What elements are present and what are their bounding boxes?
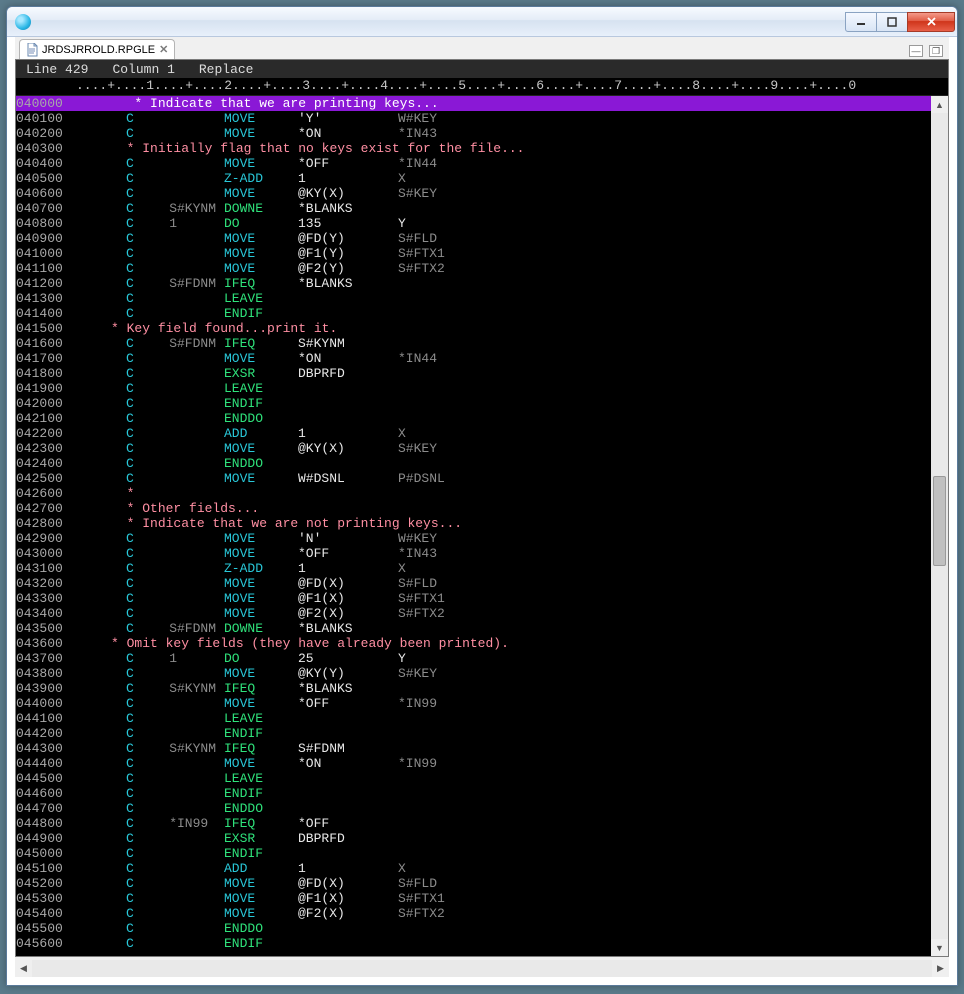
scroll-left-icon[interactable]: ◀ [15,960,32,977]
app-window: JRDSJRROLD.RPGLE ✕ — ❐ Line 429 Column 1… [6,6,958,986]
code-line[interactable]: 043400 C MOVE @F2(X) S#FTX2 [16,606,948,621]
code-line[interactable]: 040600 C MOVE @KY(X) S#KEY [16,186,948,201]
code-line[interactable]: 045500 C ENDDO [16,921,948,936]
code-line[interactable]: 044700 C ENDDO [16,801,948,816]
code-line[interactable]: 041800 C EXSR DBPRFD [16,366,948,381]
scroll-up-icon[interactable]: ▲ [931,96,948,113]
code-line[interactable]: 043700 C 1 DO 25 Y [16,651,948,666]
code-line[interactable]: 044500 C LEAVE [16,771,948,786]
code-line[interactable]: 045600 C ENDIF [16,936,948,951]
code-line[interactable]: 040200 C MOVE *ON *IN43 [16,126,948,141]
tab-file[interactable]: JRDSJRROLD.RPGLE ✕ [19,39,175,59]
code-line[interactable]: 040400 C MOVE *OFF *IN44 [16,156,948,171]
code-line[interactable]: 042500 C MOVE W#DSNL P#DSNL [16,471,948,486]
code-line[interactable]: 042700 * Other fields... [16,501,948,516]
code-line[interactable]: 041900 C LEAVE [16,381,948,396]
tab-label: JRDSJRROLD.RPGLE [42,44,155,56]
code-line[interactable]: 044000 C MOVE *OFF *IN99 [16,696,948,711]
code-line[interactable]: 045100 C ADD 1 X [16,861,948,876]
code-line[interactable]: 044600 C ENDIF [16,786,948,801]
code-line[interactable]: 040300 * Initially flag that no keys exi… [16,141,948,156]
code-line[interactable]: 045300 C MOVE @F1(X) S#FTX1 [16,891,948,906]
code-line[interactable]: 044300 C S#KYNM IFEQ S#FDNM [16,741,948,756]
code-line[interactable]: 041700 C MOVE *ON *IN44 [16,351,948,366]
status-line: Line 429 [26,62,88,77]
code-line[interactable]: 041500 * Key field found...print it. [16,321,948,336]
code-line[interactable]: 040800 C 1 DO 135 Y [16,216,948,231]
tabstrip: JRDSJRROLD.RPGLE ✕ — ❐ [15,37,949,59]
code-line[interactable]: 042800 * Indicate that we are not printi… [16,516,948,531]
code-line[interactable]: 043100 C Z-ADD 1 X [16,561,948,576]
code-line[interactable]: 041300 C LEAVE [16,291,948,306]
tab-close-icon[interactable]: ✕ [159,43,168,56]
window-controls [846,12,955,32]
code-line[interactable]: 045000 C ENDIF [16,846,948,861]
editor-status-bar: Line 429 Column 1 Replace [16,60,948,78]
scroll-right-icon[interactable]: ▶ [932,960,949,977]
app-icon [15,14,31,30]
code-line[interactable]: 040100 C MOVE 'Y' W#KEY [16,111,948,126]
scroll-thumb[interactable] [933,476,946,566]
minimize-button[interactable] [845,12,877,32]
code-line[interactable]: 042200 C ADD 1 X [16,426,948,441]
code-line[interactable]: 041200 C S#FDNM IFEQ *BLANKS [16,276,948,291]
code-line[interactable]: 044200 C ENDIF [16,726,948,741]
code-line[interactable]: 045400 C MOVE @F2(X) S#FTX2 [16,906,948,921]
code-line[interactable]: 042900 C MOVE 'N' W#KEY [16,531,948,546]
code-line[interactable]: 043200 C MOVE @FD(X) S#FLD [16,576,948,591]
editor[interactable]: Line 429 Column 1 Replace ....+....1....… [15,59,949,957]
code-line[interactable]: 042600 * [16,486,948,501]
vertical-scrollbar[interactable]: ▲ ▼ [931,96,948,956]
code-line[interactable]: 041100 C MOVE @F2(Y) S#FTX2 [16,261,948,276]
code-line[interactable]: 044900 C EXSR DBPRFD [16,831,948,846]
maximize-button[interactable] [876,12,908,32]
titlebar[interactable] [7,7,957,37]
code-line[interactable]: 043600 * Omit key fields (they have alre… [16,636,948,651]
code-line[interactable]: 042100 C ENDDO [16,411,948,426]
code-line[interactable]: 041400 C ENDIF [16,306,948,321]
code-line[interactable]: 042400 C ENDDO [16,456,948,471]
code-line[interactable]: 043000 C MOVE *OFF *IN43 [16,546,948,561]
code-line[interactable]: 043800 C MOVE @KY(Y) S#KEY [16,666,948,681]
code-line[interactable]: 044400 C MOVE *ON *IN99 [16,756,948,771]
minimize-pane-button[interactable]: — [909,45,923,57]
code-line[interactable]: 040500 C Z-ADD 1 X [16,171,948,186]
code-line[interactable]: 040000 * Indicate that we are printing k… [16,96,948,111]
code-line[interactable]: 041600 C S#FDNM IFEQ S#KYNM [16,336,948,351]
horizontal-scrollbar[interactable]: ◀ ▶ [15,960,949,977]
code-line[interactable]: 044100 C LEAVE [16,711,948,726]
code-line[interactable]: 043500 C S#FDNM DOWNE *BLANKS [16,621,948,636]
code-line[interactable]: 042300 C MOVE @KY(X) S#KEY [16,441,948,456]
ruler: ....+....1....+....2....+....3....+....4… [16,78,948,96]
code-line[interactable]: 042000 C ENDIF [16,396,948,411]
status-column: Column 1 [112,62,174,77]
code-area[interactable]: 040000 * Indicate that we are printing k… [16,96,948,956]
code-line[interactable]: 040700 C S#KYNM DOWNE *BLANKS [16,201,948,216]
status-mode: Replace [199,62,254,77]
code-line[interactable]: 040900 C MOVE @FD(Y) S#FLD [16,231,948,246]
code-line[interactable]: 041000 C MOVE @F1(Y) S#FTX1 [16,246,948,261]
close-button[interactable] [907,12,955,32]
code-line[interactable]: 043300 C MOVE @F1(X) S#FTX1 [16,591,948,606]
document-icon [26,43,38,57]
code-line[interactable]: 043900 C S#KYNM IFEQ *BLANKS [16,681,948,696]
scroll-down-icon[interactable]: ▼ [931,939,948,956]
code-line[interactable]: 044800 C *IN99 IFEQ *OFF [16,816,948,831]
restore-pane-button[interactable]: ❐ [929,45,943,57]
content-area: JRDSJRROLD.RPGLE ✕ — ❐ Line 429 Column 1… [15,37,949,977]
code-line[interactable]: 045200 C MOVE @FD(X) S#FLD [16,876,948,891]
